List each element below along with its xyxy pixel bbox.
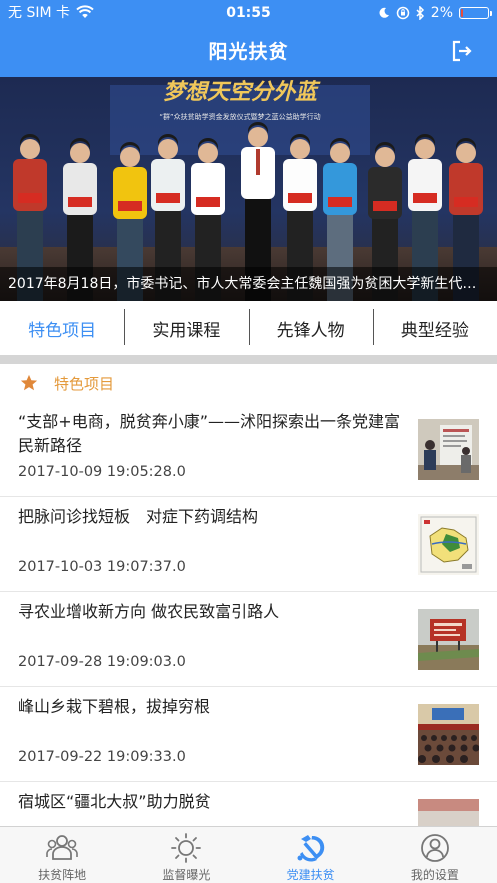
category-tabs: 特色项目 实用课程 先锋人物 典型经验 — [0, 301, 497, 355]
section-title: 特色项目 — [54, 374, 115, 393]
banner-carousel[interactable]: 梦想天空分外蓝 “群”众扶贫助学资金发放仪式暨梦之蓝公益助学行动 2017年8月… — [0, 77, 497, 301]
tabbar-item-party-building[interactable]: 党建扶贫 — [249, 827, 373, 883]
status-bar: 无 SIM 卡 01:55 2% — [0, 0, 497, 26]
status-right-group: 2% — [378, 0, 492, 26]
tab-practical-courses[interactable]: 实用课程 — [124, 308, 248, 345]
battery-percent: 2% — [430, 5, 453, 21]
bottom-tab-bar: 扶贫阵地 监督曝光 党建扶贫 我的设置 — [0, 826, 497, 883]
tab-featured-projects[interactable]: 特色项目 — [0, 316, 124, 341]
tabbar-label: 党建扶贫 — [286, 868, 335, 882]
article-title: 峰山乡栽下碧根，拔掉穷根 — [18, 697, 211, 716]
article-thumbnail — [418, 799, 479, 826]
tabbar-label: 监督曝光 — [162, 868, 211, 882]
sun-icon — [171, 833, 202, 863]
article-date: 2017-10-03 19:07:37.0 — [18, 559, 186, 575]
list-item[interactable]: “支部+电商，脱贫奔小康”——沭阳探索出一条党建富民新路径 2017-10-09… — [0, 402, 497, 497]
list-item[interactable]: 寻农业增收新方向 做农民致富引路人 2017-09-28 19:09:03.0 — [0, 592, 497, 687]
rotation-lock-icon — [396, 6, 410, 20]
battery-icon — [459, 7, 492, 19]
bluetooth-icon — [416, 6, 424, 20]
page-title: 阳光扶贫 — [208, 41, 289, 63]
tabbar-item-poverty-base[interactable]: 扶贫阵地 — [0, 827, 124, 883]
banner-backdrop-subtitle: “群”众扶贫助学资金发放仪式暨梦之蓝公益助学行动 — [159, 112, 320, 121]
moon-icon — [379, 7, 389, 18]
article-title: “支部+电商，脱贫奔小康”——沭阳探索出一条党建富民新路径 — [18, 412, 400, 455]
article-thumbnail — [418, 704, 479, 765]
article-thumbnail — [418, 609, 479, 670]
section-header: 特色项目 — [0, 364, 497, 402]
article-thumbnail — [418, 419, 479, 480]
article-thumbnail — [418, 514, 479, 575]
user-icon — [420, 834, 449, 862]
tab-pioneer-figures[interactable]: 先锋人物 — [248, 308, 373, 345]
list-item[interactable]: 把脉问诊找短板 对症下药调结构 2017-10-03 19:07:37.0 — [0, 497, 497, 592]
list-item[interactable]: 宿城区“疆北大叔”助力脱贫 — [0, 782, 497, 826]
article-title: 把脉问诊找短板 对症下药调结构 — [18, 507, 259, 526]
article-list: “支部+电商，脱贫奔小康”——沭阳探索出一条党建富民新路径 2017-10-09… — [0, 402, 497, 826]
list-item[interactable]: 峰山乡栽下碧根，拔掉穷根 2017-09-22 19:09:33.0 — [0, 687, 497, 782]
group-icon — [46, 835, 78, 860]
banner-backdrop-title: 梦想天空分外蓝 — [163, 79, 321, 105]
tab-typical-experience[interactable]: 典型经验 — [372, 308, 497, 345]
tabbar-item-supervision[interactable]: 监督曝光 — [124, 827, 248, 883]
party-emblem-icon — [297, 835, 324, 862]
article-date: 2017-09-28 19:09:03.0 — [18, 654, 186, 670]
star-icon — [20, 374, 38, 391]
tabbar-item-my-settings[interactable]: 我的设置 — [373, 827, 497, 883]
banner-caption: 2017年8月18日，市委书记、市人大常委会主任魏国强为贫困大学新生代表发放助学… — [0, 267, 497, 301]
top-bar: 无 SIM 卡 01:55 2% 阳光扶贫 — [0, 0, 497, 77]
article-date: 2017-09-22 19:09:33.0 — [18, 749, 186, 765]
article-date: 2017-10-09 19:05:28.0 — [18, 464, 186, 480]
battery-level — [461, 9, 463, 17]
logout-icon[interactable] — [451, 40, 473, 62]
section-divider — [0, 355, 497, 364]
article-title: 寻农业增收新方向 做农民致富引路人 — [18, 602, 280, 621]
tabbar-label: 我的设置 — [410, 868, 459, 882]
tabbar-label: 扶贫阵地 — [38, 868, 87, 882]
article-title: 宿城区“疆北大叔”助力脱贫 — [18, 792, 211, 811]
